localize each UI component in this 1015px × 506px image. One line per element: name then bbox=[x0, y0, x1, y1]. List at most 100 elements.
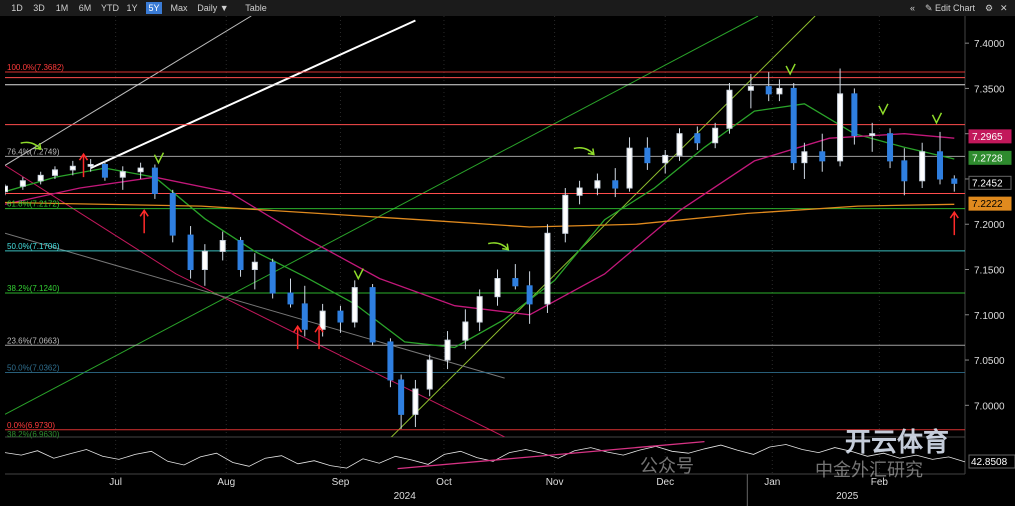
candle-body bbox=[747, 86, 754, 91]
candle-body bbox=[426, 359, 433, 390]
candle-body bbox=[694, 133, 701, 144]
candle-body bbox=[494, 278, 501, 298]
candle-body bbox=[287, 292, 294, 305]
candle-body bbox=[51, 169, 58, 176]
range-button-1m[interactable]: 1M bbox=[53, 2, 71, 14]
y-tick-label: 7.0500 bbox=[974, 356, 1005, 367]
fib-level-label: 76.4%(7.2749) bbox=[7, 147, 60, 156]
range-button-3d[interactable]: 3D bbox=[30, 2, 48, 14]
x-year-label: 2024 bbox=[394, 491, 417, 502]
x-tick-label: Oct bbox=[436, 477, 452, 488]
fib-level-label: 0.0%(6.9730) bbox=[7, 421, 55, 430]
interval-dropdown[interactable]: Daily ▼ bbox=[194, 2, 232, 14]
candle-body bbox=[319, 310, 326, 330]
candle-body bbox=[544, 232, 551, 305]
candle-body bbox=[412, 388, 419, 415]
candle-body bbox=[837, 93, 844, 162]
candle-body bbox=[512, 278, 519, 287]
candle-body bbox=[937, 151, 944, 180]
candle-body bbox=[612, 180, 619, 189]
close-icon[interactable]: ✕ bbox=[1000, 2, 1008, 14]
candle-body bbox=[444, 339, 451, 361]
price-tag-label: 7.2452 bbox=[972, 178, 1003, 189]
range-button-ytd[interactable]: YTD bbox=[100, 2, 120, 14]
candle-body bbox=[901, 160, 908, 182]
candle-body bbox=[187, 234, 194, 271]
candle-body bbox=[69, 165, 76, 171]
candle-body bbox=[526, 285, 533, 305]
fib-level-label: 61.8%(7.2172) bbox=[7, 200, 60, 209]
candle-body bbox=[626, 147, 633, 189]
chart-toolbar: 1D 3D 1M 6M YTD 1Y 5Y Max Daily ▼ Table « ✎ Edi… bbox=[0, 0, 1015, 17]
range-button-1d[interactable]: 1D bbox=[8, 2, 26, 14]
candle-body bbox=[676, 133, 683, 156]
candle-body bbox=[387, 341, 394, 381]
table-button[interactable]: Table bbox=[243, 2, 269, 14]
range-button-5y[interactable]: 5Y bbox=[146, 2, 162, 14]
candle-body bbox=[137, 167, 144, 173]
candle-body bbox=[398, 379, 405, 415]
candle-body bbox=[462, 321, 469, 341]
candle-body bbox=[594, 180, 601, 189]
candle-body bbox=[790, 87, 797, 164]
settings-icon[interactable]: ⚙ bbox=[985, 2, 993, 14]
fib-level-label: 100.0%(7.3682) bbox=[7, 63, 64, 72]
x-tick-label: Jan bbox=[764, 477, 780, 488]
candle-body bbox=[351, 287, 358, 323]
candle-body bbox=[644, 147, 651, 164]
candle-body bbox=[819, 151, 826, 162]
candle-body bbox=[87, 163, 94, 167]
candle-body bbox=[101, 163, 108, 178]
y-tick-label: 7.4000 bbox=[974, 39, 1005, 50]
range-button-6m[interactable]: 6M bbox=[76, 2, 94, 14]
y-tick-label: 7.1000 bbox=[974, 311, 1005, 322]
fib-level-label: 50.0%(7.0362) bbox=[7, 364, 60, 373]
candle-body bbox=[251, 261, 258, 271]
x-tick-label: Dec bbox=[656, 477, 674, 488]
fib-level-label: 50.0%(7.1706) bbox=[7, 242, 60, 251]
watermark-wechat: 公众号 bbox=[640, 456, 694, 476]
candle-body bbox=[169, 192, 176, 236]
candle-body bbox=[219, 240, 226, 252]
candle-body bbox=[776, 87, 783, 95]
y-tick-label: 7.0000 bbox=[974, 401, 1005, 412]
x-tick-label: Aug bbox=[217, 477, 235, 488]
candle-body bbox=[201, 250, 208, 271]
x-tick-label: Jul bbox=[109, 477, 122, 488]
candle-body bbox=[369, 287, 376, 343]
candle-body bbox=[869, 133, 876, 137]
candle-body bbox=[269, 261, 276, 294]
y-tick-label: 7.1500 bbox=[974, 266, 1005, 277]
candle-body bbox=[119, 171, 126, 178]
candle-body bbox=[576, 187, 583, 196]
candle-body bbox=[765, 86, 772, 95]
candle-body bbox=[801, 151, 808, 164]
range-button-max[interactable]: Max bbox=[168, 2, 190, 14]
oscillator-tag-label: 42.8508 bbox=[971, 457, 1008, 468]
y-tick-label: 7.3500 bbox=[974, 84, 1005, 95]
price-tag-label: 7.2965 bbox=[972, 132, 1003, 143]
fib-level-label: 23.6%(7.0663) bbox=[7, 336, 60, 345]
candle-body bbox=[337, 310, 344, 323]
collapse-icon[interactable]: « bbox=[910, 2, 915, 14]
watermark-brand-sub: 中金外汇研究 bbox=[815, 460, 923, 480]
y-tick-label: 7.2000 bbox=[974, 220, 1005, 231]
x-tick-label: Sep bbox=[332, 477, 350, 488]
watermark-brand: 开云体育 bbox=[845, 427, 950, 457]
candle-body bbox=[662, 154, 669, 164]
candle-body bbox=[476, 296, 483, 323]
candle-body bbox=[37, 174, 44, 182]
candle-body bbox=[951, 178, 958, 184]
candle-body bbox=[887, 133, 894, 162]
range-button-1y[interactable]: 1Y bbox=[124, 2, 140, 14]
price-tag-label: 7.2728 bbox=[972, 153, 1003, 164]
candle-body bbox=[151, 167, 158, 194]
x-year-label: 2025 bbox=[836, 491, 859, 502]
candle-body bbox=[919, 151, 926, 182]
candle-body bbox=[851, 93, 858, 137]
candle-body bbox=[712, 127, 719, 144]
x-tick-label: Nov bbox=[546, 477, 564, 488]
edit-chart-button[interactable]: ✎ Edit Chart bbox=[925, 2, 975, 14]
candle-body bbox=[726, 89, 733, 129]
candle-body bbox=[301, 303, 308, 330]
